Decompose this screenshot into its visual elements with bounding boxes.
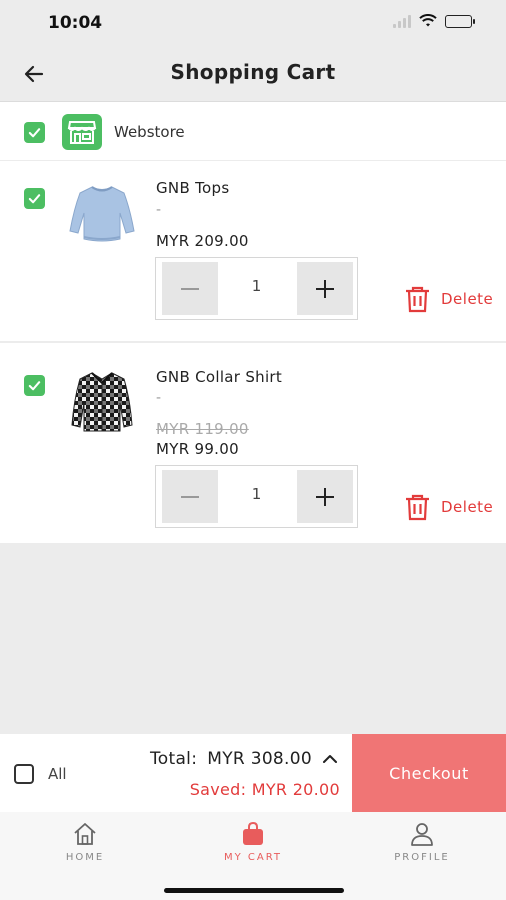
- status-time: 10:04: [48, 13, 103, 33]
- increase-quantity-button[interactable]: [297, 262, 353, 315]
- tab-profile[interactable]: PROFILE: [362, 820, 482, 863]
- delete-label: Delete: [441, 290, 494, 308]
- quantity-value: 1: [251, 485, 262, 503]
- storefront-icon: [67, 121, 97, 144]
- app-header: Shopping Cart: [0, 44, 506, 102]
- check-icon: [28, 194, 41, 204]
- quantity-stepper: 1: [155, 257, 358, 320]
- check-icon: [28, 381, 41, 391]
- delete-label: Delete: [441, 498, 494, 516]
- battery-icon: [445, 14, 475, 28]
- minus-icon: [181, 495, 199, 498]
- tab-label: HOME: [65, 852, 105, 863]
- status-icons: [393, 14, 475, 28]
- tab-label: PROFILE: [394, 852, 450, 863]
- product-image-shirt[interactable]: [66, 369, 138, 437]
- tab-my-cart[interactable]: MY CART: [193, 820, 313, 863]
- checkout-summary-bar: All Total: MYR 308.00 Saved: MYR 20.00 C…: [0, 734, 506, 812]
- product-variant: -: [156, 390, 162, 406]
- delete-button[interactable]: Delete: [404, 285, 493, 313]
- home-icon: [74, 823, 96, 845]
- original-price: MYR 119.00: [156, 420, 249, 438]
- product-variant: -: [156, 202, 162, 218]
- checkout-button[interactable]: Checkout: [352, 734, 506, 812]
- trash-icon: [406, 286, 429, 313]
- bag-icon: [243, 821, 263, 845]
- total-line: Total: MYR 308.00: [150, 749, 338, 769]
- select-all-label[interactable]: All: [48, 765, 67, 783]
- page-title: Shopping Cart: [170, 60, 336, 84]
- tab-label: MY CART: [223, 852, 283, 863]
- decrease-quantity-button[interactable]: [162, 470, 218, 523]
- product-name: GNB Tops: [156, 179, 230, 197]
- signal-icon: [393, 14, 411, 28]
- product-price: MYR 209.00: [156, 232, 249, 250]
- product-price: MYR 99.00: [156, 440, 239, 458]
- chevron-up-icon[interactable]: [322, 753, 338, 765]
- store-name: Webstore: [114, 123, 185, 141]
- delete-button[interactable]: Delete: [404, 493, 493, 521]
- bottom-tab-bar: HOME MY CART PROFILE: [0, 812, 506, 900]
- product-name: GNB Collar Shirt: [156, 368, 283, 386]
- trash-icon: [406, 494, 429, 521]
- increase-quantity-button[interactable]: [297, 470, 353, 523]
- item-select-checkbox[interactable]: [24, 188, 45, 209]
- person-icon: [411, 823, 433, 846]
- quantity-value: 1: [251, 277, 262, 295]
- cart-item: GNB Tops - MYR 209.00 1 Delete: [0, 161, 506, 342]
- cart-item: GNB Collar Shirt - MYR 119.00 MYR 99.00 …: [0, 343, 506, 543]
- wifi-icon: [419, 14, 437, 27]
- product-image-sweater[interactable]: [66, 179, 138, 247]
- plus-icon: [316, 279, 334, 298]
- check-icon: [28, 128, 41, 138]
- select-all-checkbox[interactable]: [14, 764, 34, 784]
- status-bar: 10:04: [0, 0, 506, 44]
- total-amount: MYR 308.00: [207, 749, 312, 769]
- home-indicator: [164, 888, 344, 893]
- minus-icon: [181, 287, 199, 290]
- quantity-stepper: 1: [155, 465, 358, 528]
- store-row: Webstore: [0, 102, 506, 161]
- decrease-quantity-button[interactable]: [162, 262, 218, 315]
- plus-icon: [316, 487, 334, 506]
- store-select-checkbox[interactable]: [24, 122, 45, 143]
- tab-home[interactable]: HOME: [25, 820, 145, 863]
- total-label: Total:: [150, 749, 198, 769]
- saved-amount: Saved: MYR 20.00: [189, 780, 340, 799]
- store-logo: [62, 114, 102, 150]
- item-select-checkbox[interactable]: [24, 375, 45, 396]
